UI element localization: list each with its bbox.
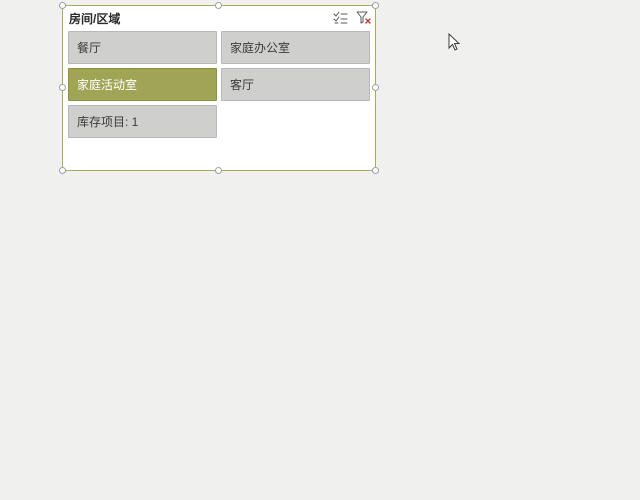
- slicer-header-icons: [333, 11, 371, 26]
- slicer-item[interactable]: 库存项目: 1: [68, 105, 217, 138]
- multi-select-icon[interactable]: [333, 11, 348, 26]
- slicer-item-label: 家庭办公室: [230, 39, 290, 56]
- resize-handle-bottom-left[interactable]: [59, 167, 66, 174]
- resize-handle-middle-left[interactable]: [59, 84, 66, 91]
- clear-filter-icon[interactable]: [356, 11, 371, 26]
- resize-handle-middle-right[interactable]: [372, 84, 379, 91]
- slicer-item-label: 库存项目: 1: [77, 113, 138, 130]
- slicer-item[interactable]: 家庭活动室: [68, 68, 217, 101]
- slicer-body: 餐厅 家庭办公室家庭活动室 客厅库存项目: 1: [63, 28, 375, 143]
- slicer-header: 房间/区域: [63, 6, 375, 28]
- resize-handle-bottom-right[interactable]: [372, 167, 379, 174]
- slicer-item[interactable]: 餐厅: [68, 31, 217, 64]
- slicer-item[interactable]: 客厅: [221, 68, 370, 101]
- mouse-cursor-icon: [448, 33, 462, 53]
- slicer-item-label: 餐厅: [77, 39, 101, 56]
- slicer-title: 房间/区域: [69, 10, 333, 27]
- slicer-item-label: 家庭活动室: [77, 76, 137, 93]
- resize-handle-bottom-middle[interactable]: [215, 167, 222, 174]
- resize-handle-top-right[interactable]: [372, 2, 379, 9]
- slicer-grid: 餐厅 家庭办公室家庭活动室 客厅库存项目: 1: [68, 31, 370, 138]
- slicer-item-label: 客厅: [230, 76, 254, 93]
- room-area-slicer[interactable]: 房间/区域: [62, 5, 376, 171]
- resize-handle-top-left[interactable]: [59, 2, 66, 9]
- resize-handle-top-middle[interactable]: [215, 2, 222, 9]
- slicer-item[interactable]: 家庭办公室: [221, 31, 370, 64]
